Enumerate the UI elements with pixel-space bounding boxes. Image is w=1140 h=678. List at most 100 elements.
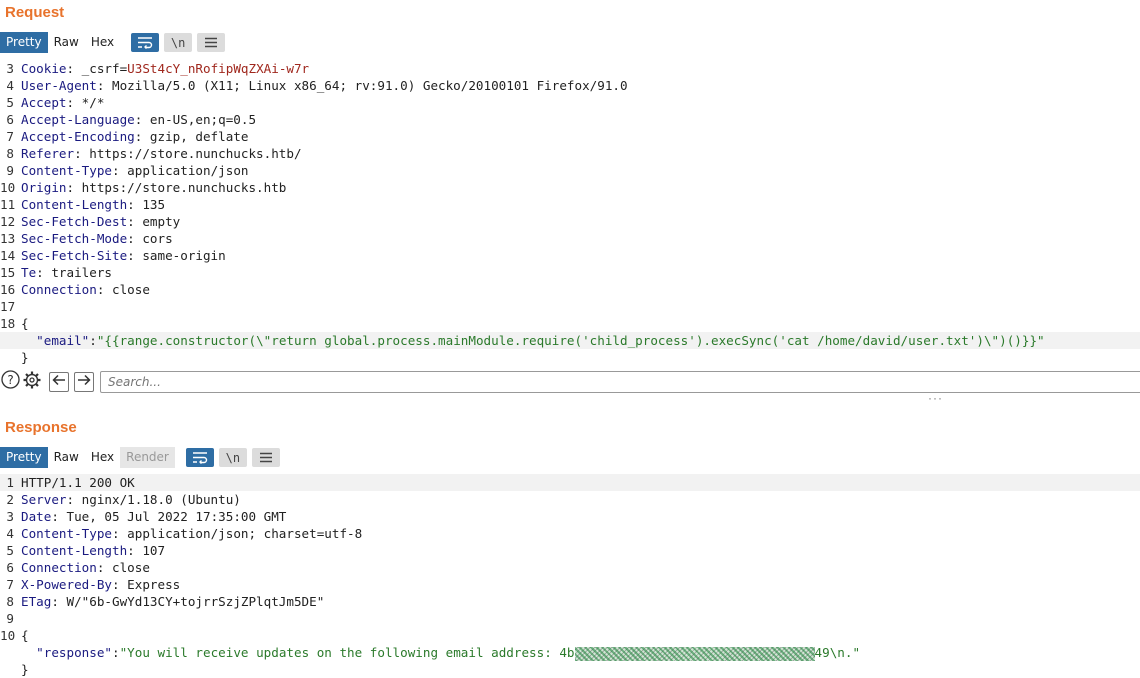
code-line: 3 Cookie: _csrf=U3St4cY_nRofipWqZXAi-w7r bbox=[0, 60, 1140, 77]
code-line: 11 Content-Length: 135 bbox=[0, 196, 1140, 213]
line-number: 17 bbox=[0, 299, 16, 314]
code-token: : bbox=[89, 333, 97, 348]
code-token: : nginx/1.18.0 (Ubuntu) bbox=[66, 492, 241, 507]
code-line: 6 Accept-Language: en-US,en;q=0.5 bbox=[0, 111, 1140, 128]
code-token: Accept-Language bbox=[21, 112, 135, 127]
code-token: Content-Length bbox=[21, 543, 128, 558]
code-line: 15 Te: trailers bbox=[0, 264, 1140, 281]
code-token: Sec-Fetch-Mode bbox=[21, 231, 128, 246]
request-tab-raw[interactable]: Raw bbox=[48, 32, 85, 53]
arrow-left-icon bbox=[52, 373, 66, 391]
wrap-lines-icon bbox=[137, 36, 153, 49]
code-token: Content-Type bbox=[21, 526, 112, 541]
line-number: 4 bbox=[6, 78, 14, 93]
line-number: 9 bbox=[6, 611, 14, 626]
settings-button[interactable] bbox=[22, 371, 42, 392]
response-wrap-toggle[interactable] bbox=[185, 448, 214, 467]
code-line: 7 X-Powered-By: Express bbox=[0, 576, 1140, 593]
code-token: Accept bbox=[21, 95, 67, 110]
code-token: : empty bbox=[127, 214, 181, 229]
code-token: : application/json bbox=[112, 163, 249, 178]
request-wrap-toggle[interactable] bbox=[131, 33, 160, 52]
request-menu-button[interactable] bbox=[197, 33, 226, 52]
line-number: 14 bbox=[0, 248, 16, 263]
wrap-lines-icon bbox=[192, 451, 208, 464]
request-search-bar: ? bbox=[0, 370, 1140, 394]
line-number: 6 bbox=[6, 112, 14, 127]
line-number: 5 bbox=[6, 95, 14, 110]
code-token: X-Powered-By bbox=[21, 577, 112, 592]
arrow-right-icon bbox=[77, 373, 91, 391]
response-viewer[interactable]: 1 HTTP/1.1 200 OK 2 Server: nginx/1.18.0 (U… bbox=[0, 474, 1140, 678]
code-line: 5 Accept: */* bbox=[0, 94, 1140, 111]
code-token: Content-Type bbox=[21, 163, 112, 178]
line-number: 8 bbox=[6, 594, 14, 609]
code-token: "response" bbox=[36, 645, 112, 660]
response-tab-pretty[interactable]: Pretty bbox=[0, 447, 48, 468]
pane-resize-handle[interactable]: ··· bbox=[928, 391, 943, 405]
line-number: 12 bbox=[0, 214, 16, 229]
request-tab-pretty[interactable]: Pretty bbox=[0, 32, 48, 53]
request-tab-hex[interactable]: Hex bbox=[85, 32, 120, 53]
code-token: : 135 bbox=[127, 197, 166, 212]
code-line: 16 Connection: close bbox=[0, 281, 1140, 298]
code-token: Date bbox=[21, 509, 52, 524]
line-number: 4 bbox=[6, 526, 14, 541]
code-token: } bbox=[21, 662, 29, 677]
code-token: : W/"6b-GwYd13CY+tojrrSzjZPlqtJm5DE" bbox=[51, 594, 325, 609]
code-line: 13 Sec-Fetch-Mode: cors bbox=[0, 230, 1140, 247]
code-token: Te bbox=[21, 265, 37, 280]
line-number: 8 bbox=[6, 146, 14, 161]
response-tab-raw[interactable]: Raw bbox=[48, 447, 85, 468]
line-number: 15 bbox=[0, 265, 16, 280]
code-token: HTTP/1.1 200 OK bbox=[21, 475, 135, 490]
help-button[interactable]: ? bbox=[0, 370, 20, 392]
code-token: Cookie bbox=[21, 61, 67, 76]
code-line: 5 Content-Length: 107 bbox=[0, 542, 1140, 559]
code-line: "email":"{{range.constructor(\"return gl… bbox=[0, 332, 1140, 349]
response-newline-toggle[interactable]: \n bbox=[218, 448, 247, 467]
code-line: 1 HTTP/1.1 200 OK bbox=[0, 474, 1140, 491]
line-number: 6 bbox=[6, 560, 14, 575]
code-token: : https://store.nunchucks.htb bbox=[66, 180, 287, 195]
code-token: Connection bbox=[21, 560, 97, 575]
request-toolbar: Pretty Raw Hex \n bbox=[0, 32, 226, 53]
code-token: "You will receive updates on the followi… bbox=[119, 645, 575, 660]
redacted-value bbox=[574, 646, 815, 661]
line-number: 5 bbox=[6, 543, 14, 558]
line-number: 16 bbox=[0, 282, 16, 297]
code-token: : 107 bbox=[127, 543, 166, 558]
line-number: 7 bbox=[6, 577, 14, 592]
response-title: Response bbox=[5, 419, 77, 436]
line-number: 10 bbox=[0, 628, 16, 643]
search-input[interactable] bbox=[100, 371, 1140, 393]
code-token: } bbox=[21, 350, 29, 365]
code-token: : Mozilla/5.0 (X11; Linux x86_64; rv:91.… bbox=[96, 78, 628, 93]
code-token: : bbox=[112, 645, 120, 660]
code-line: 4 User-Agent: Mozilla/5.0 (X11; Linux x86… bbox=[0, 77, 1140, 94]
code-token: User-Agent bbox=[21, 78, 97, 93]
code-token: "{{range.constructor(\"return global.pro… bbox=[96, 333, 1045, 348]
hamburger-menu-icon bbox=[204, 37, 218, 48]
code-token: Origin bbox=[21, 180, 67, 195]
request-editor[interactable]: 3 Cookie: _csrf=U3St4cY_nRofipWqZXAi-w7r 4… bbox=[0, 60, 1140, 366]
code-token: { bbox=[21, 628, 29, 643]
code-line: } bbox=[0, 661, 1140, 678]
code-line: 7 Accept-Encoding: gzip, deflate bbox=[0, 128, 1140, 145]
code-line: 9 bbox=[0, 610, 1140, 627]
line-number: 11 bbox=[0, 197, 16, 212]
code-token: ETag bbox=[21, 594, 52, 609]
code-line: 4 Content-Type: application/json; charset… bbox=[0, 525, 1140, 542]
request-newline-toggle[interactable]: \n bbox=[164, 33, 193, 52]
code-line: 8 Referer: https://store.nunchucks.htb/ bbox=[0, 145, 1140, 162]
code-token: Accept-Encoding bbox=[21, 129, 135, 144]
code-line: "response":"You will receive updates on … bbox=[0, 644, 1140, 661]
code-token: Connection bbox=[21, 282, 97, 297]
response-tab-hex[interactable]: Hex bbox=[85, 447, 120, 468]
response-menu-button[interactable] bbox=[251, 448, 280, 467]
code-token: : _csrf= bbox=[66, 61, 128, 76]
response-tab-render[interactable]: Render bbox=[120, 447, 175, 468]
search-previous-button[interactable] bbox=[49, 372, 69, 392]
search-next-button[interactable] bbox=[74, 372, 94, 392]
